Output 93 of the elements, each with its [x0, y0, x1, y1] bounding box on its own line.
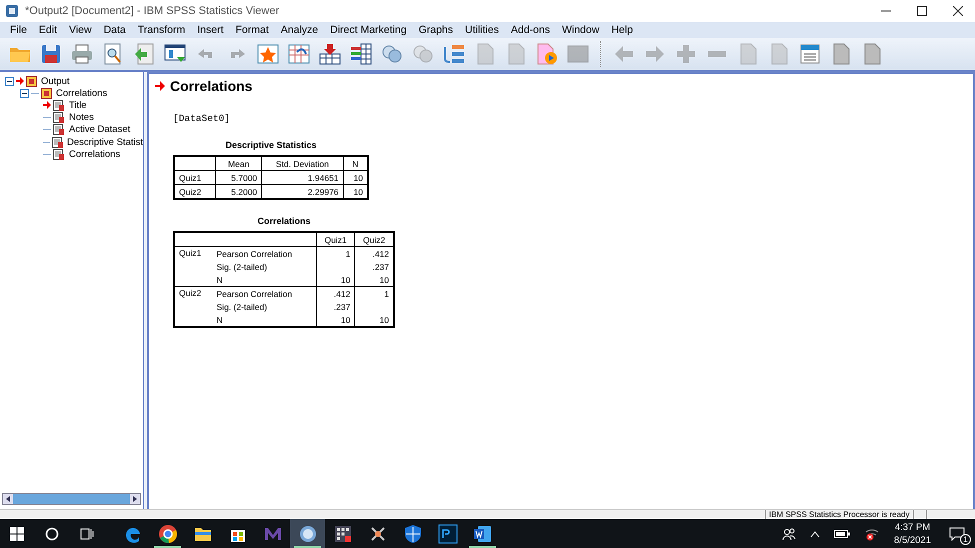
clock-date[interactable]: 8/5/2021 — [894, 534, 931, 546]
arrow-marker-icon — [155, 81, 165, 91]
book-icon — [41, 88, 52, 99]
column-header: Quiz2 — [363, 234, 386, 244]
book-icon — [26, 76, 37, 87]
menu-item[interactable]: Transform — [132, 24, 192, 36]
menu-item[interactable]: Add-ons — [504, 24, 556, 36]
horizontal-scrollbar[interactable] — [2, 493, 141, 505]
table-title: Correlations — [256, 216, 312, 226]
speech-bubble-icon — [949, 526, 965, 540]
app-icon — [5, 4, 19, 18]
document-icon — [53, 112, 65, 124]
menu-item[interactable]: View — [63, 24, 98, 36]
tree-item[interactable]: Correlations — [67, 148, 120, 160]
browser-icon[interactable] — [158, 524, 178, 544]
shield-icon[interactable] — [402, 524, 422, 544]
menu-item[interactable]: Window — [556, 24, 606, 36]
printer-icon[interactable] — [70, 42, 94, 66]
table-cell: 1 — [346, 248, 350, 258]
menu-item[interactable]: Utilities — [459, 24, 505, 36]
search-icon[interactable] — [45, 526, 59, 540]
row-label: Sig. (2-tailed) — [216, 302, 268, 312]
row-label: Pearson Correlation — [216, 248, 292, 258]
table-cell: 10 — [340, 314, 350, 324]
maximize-icon[interactable] — [917, 6, 927, 16]
table-cell: 10 — [380, 314, 389, 324]
colored-bars-table-icon[interactable] — [349, 42, 373, 66]
header-page-icon[interactable] — [798, 42, 822, 66]
document-icon — [53, 100, 65, 111]
arrow-page-icon[interactable] — [132, 42, 156, 66]
row-label: Pearson Correlation — [216, 288, 292, 298]
row-label: N — [216, 274, 223, 284]
calculator-icon[interactable] — [332, 524, 352, 544]
document-icon — [52, 136, 63, 148]
tree-item[interactable]: Output — [39, 76, 70, 87]
column-header: Std. Deviation — [276, 158, 329, 168]
collapse-toggle-icon[interactable] — [20, 88, 29, 98]
download-table-icon[interactable] — [318, 42, 342, 66]
scroll-right-icon[interactable] — [130, 494, 140, 504]
document-icon — [53, 124, 65, 136]
table-arrow-icon[interactable] — [287, 42, 311, 66]
menu-item[interactable]: Help — [605, 24, 639, 36]
row-label: N — [216, 314, 223, 324]
menu-item[interactable]: Graphs — [412, 24, 460, 36]
table-cell: 1.94651 — [262, 170, 344, 184]
play-document-icon[interactable] — [535, 42, 559, 66]
table-cell: 1 — [384, 288, 389, 298]
menu-item[interactable]: Format — [230, 24, 275, 36]
tree-item[interactable]: Correlations — [54, 88, 108, 99]
table-cell: 10 — [380, 274, 389, 284]
scroll-left-icon[interactable] — [3, 494, 13, 504]
row-label: Sig. (2-tailed) — [216, 262, 268, 272]
people-icon[interactable] — [782, 526, 796, 540]
notification-count: 1 — [960, 534, 971, 544]
menu-item[interactable]: Data — [98, 24, 132, 36]
row-header: Quiz2 — [179, 288, 202, 298]
ps-logo-icon[interactable] — [438, 524, 458, 544]
tree-item[interactable]: Notes — [67, 112, 94, 124]
table-cell: 10 — [340, 274, 350, 284]
window-title: *Output2 [Document2] - IBM SPSS Statistics Viewer — [25, 5, 280, 17]
close-icon[interactable] — [953, 6, 963, 16]
column-header: N — [352, 158, 358, 168]
windows-start-icon[interactable] — [10, 526, 24, 540]
battery-icon[interactable] — [834, 528, 850, 538]
output-heading: Correlations — [170, 78, 252, 94]
caret-up-icon[interactable] — [810, 530, 820, 538]
menu-item[interactable]: Direct Marketing — [324, 24, 413, 36]
row-header: Quiz1 — [174, 170, 216, 184]
tree-list-icon[interactable] — [442, 42, 466, 66]
tree-item[interactable]: Descriptive Statist — [64, 136, 143, 148]
menu-item[interactable]: Insert — [191, 24, 230, 36]
table-cell: 5.7000 — [216, 170, 262, 184]
tree-item[interactable]: Active Dataset — [67, 124, 130, 136]
menu-item[interactable]: File — [4, 24, 33, 36]
word-logo-icon[interactable] — [472, 524, 492, 544]
column-header: Mean — [228, 158, 250, 168]
wifi-disconnected-icon[interactable] — [864, 526, 880, 540]
table-title: Descriptive Statistics — [224, 140, 318, 150]
table-cell: .237 — [334, 302, 350, 312]
column-header: Quiz1 — [324, 234, 347, 244]
task-view-icon[interactable] — [80, 526, 94, 540]
table-cell: .237 — [372, 262, 389, 272]
clock-time[interactable]: 4:37 PM — [894, 520, 930, 534]
document-icon — [53, 148, 65, 160]
table-cell: .412 — [372, 248, 389, 258]
dataset-label: [DataSet0] — [173, 113, 232, 124]
tree-item[interactable]: Title — [67, 100, 87, 111]
row-header: Quiz1 — [179, 248, 202, 258]
star-table-icon[interactable] — [256, 42, 280, 66]
table-cell: .412 — [334, 288, 350, 298]
menu-item[interactable]: Edit — [32, 24, 64, 36]
menu-item[interactable]: Analyze — [274, 24, 324, 36]
collapse-toggle-icon[interactable] — [5, 76, 14, 86]
